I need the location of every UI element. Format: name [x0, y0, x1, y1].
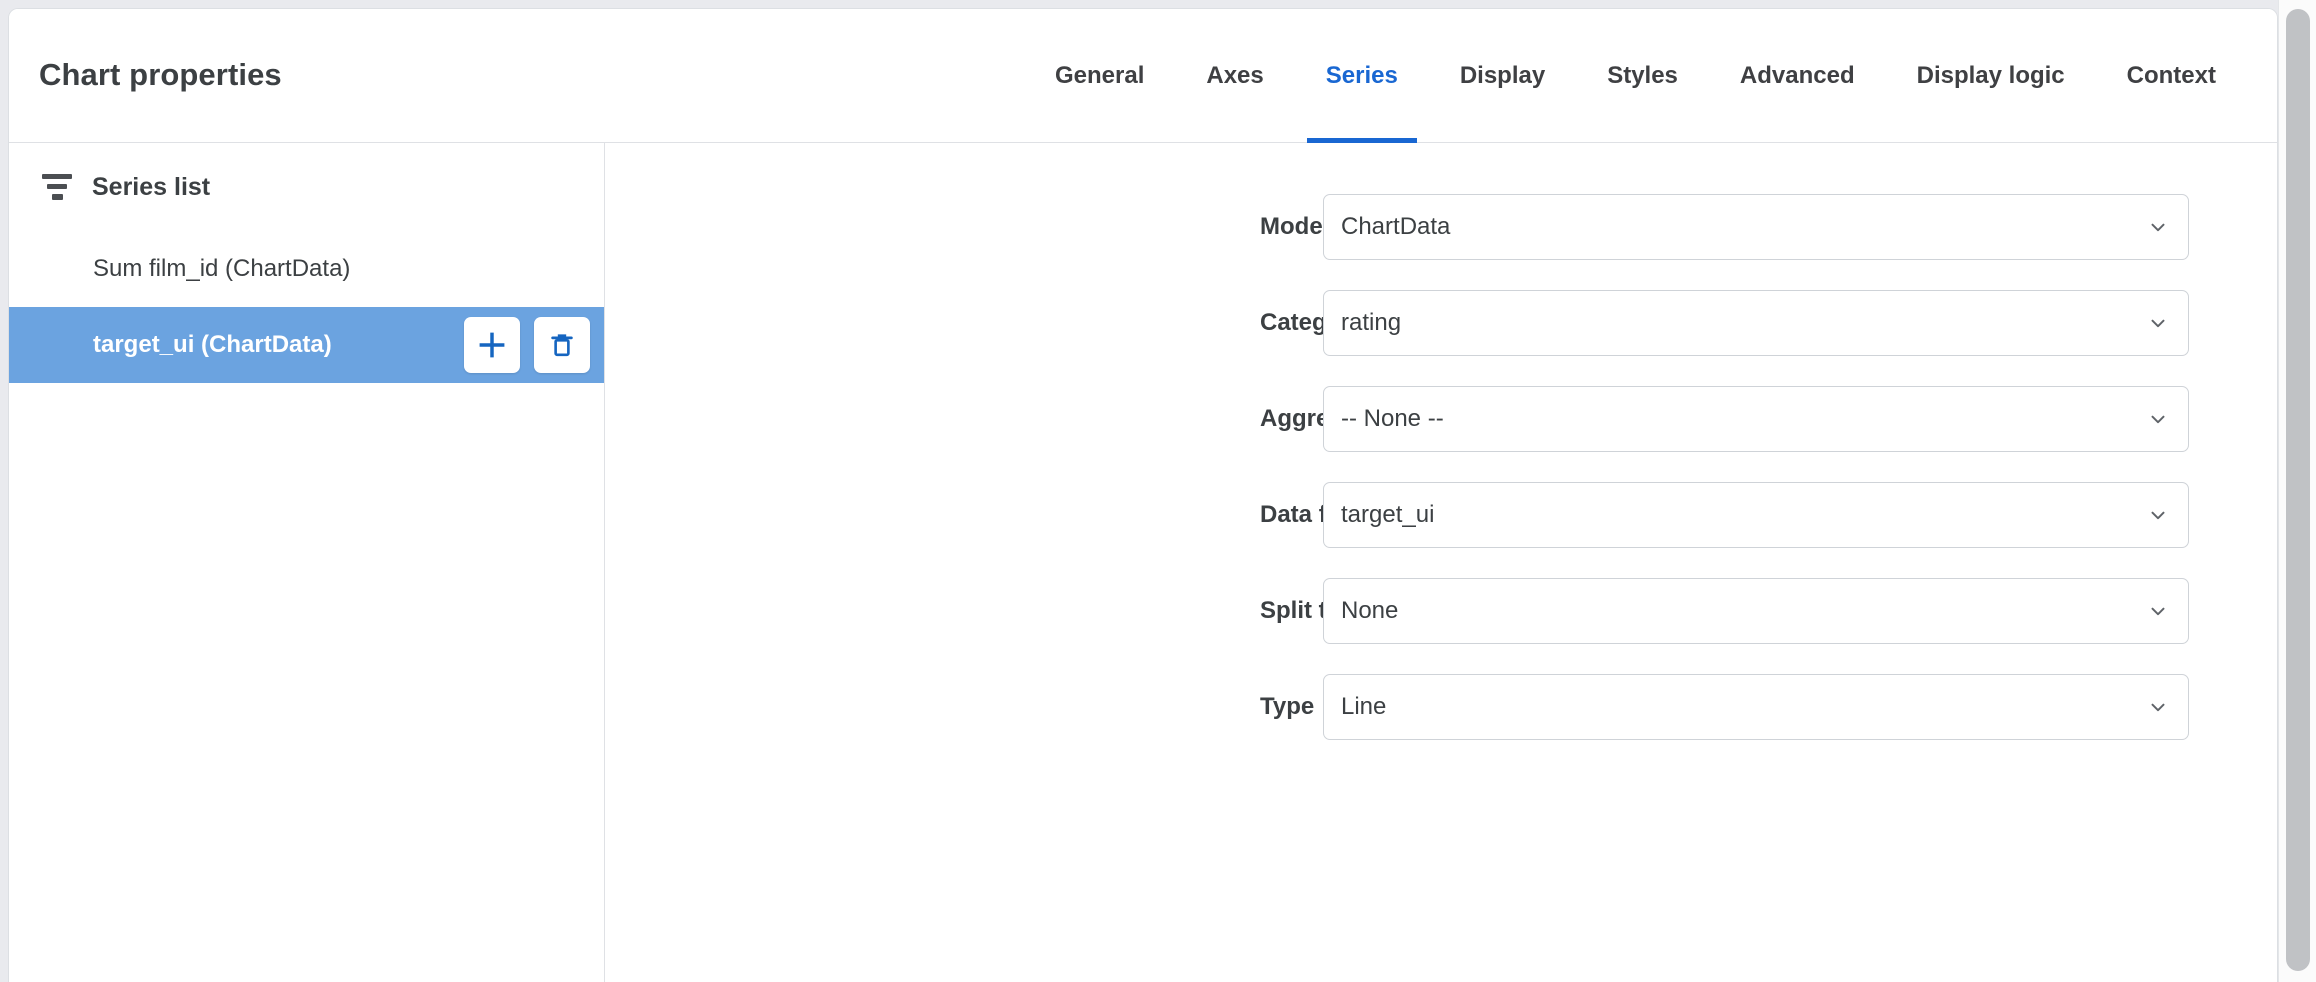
- tab-label: Styles: [1607, 62, 1678, 89]
- series-item-actions: [464, 317, 590, 373]
- model-select[interactable]: ChartData: [1323, 194, 2189, 260]
- series-list-title: Series list: [92, 172, 211, 201]
- aggregate-function-select[interactable]: -- None --: [1323, 386, 2189, 452]
- series-item-label: target_ui (ChartData): [93, 331, 332, 358]
- model-select-value: ChartData: [1341, 213, 1451, 240]
- type-select-wrap: Line: [1323, 674, 2189, 740]
- tab-label: Display: [1459, 62, 1546, 89]
- data-field-label: Data field: [1260, 501, 1369, 528]
- plus-icon: [476, 329, 508, 361]
- series-settings-form: Model ChartData Category f: [605, 143, 2277, 982]
- form-row-category-field: Category field rating: [605, 275, 2277, 371]
- tab-label: Display logic: [1916, 62, 2065, 89]
- panel-header: Chart properties General Axes Series Dis…: [9, 9, 2277, 143]
- app-root: Chart properties General Axes Series Dis…: [0, 0, 2316, 982]
- tab-series[interactable]: Series: [1295, 9, 1429, 143]
- chevron-down-icon: [2147, 312, 2169, 334]
- tab-bar: General Axes Series Display Styles Advan…: [1024, 9, 2247, 143]
- chevron-down-icon: [2147, 600, 2169, 622]
- tab-general[interactable]: General: [1024, 9, 1175, 143]
- form-row-data-field: Data field target_ui: [605, 467, 2277, 563]
- series-item-label: Sum film_id (ChartData): [93, 255, 351, 282]
- tab-label: Series: [1325, 62, 1398, 89]
- aggregate-function-select-wrap: -- None --: [1323, 386, 2189, 452]
- scrollbar-thumb[interactable]: [2286, 9, 2310, 971]
- tab-label: Advanced: [1739, 62, 1855, 89]
- data-field-select[interactable]: target_ui: [1323, 482, 2189, 548]
- tab-label: Axes: [1206, 62, 1264, 89]
- series-list-item-target-ui[interactable]: target_ui (ChartData): [9, 307, 604, 383]
- vertical-scrollbar[interactable]: [2278, 0, 2316, 982]
- chevron-down-icon: [2147, 696, 2169, 718]
- page-title: Chart properties: [39, 57, 282, 92]
- category-field-label: Category field: [1260, 309, 1420, 336]
- category-field-select[interactable]: rating: [1323, 290, 2189, 356]
- tab-display[interactable]: Display: [1429, 9, 1576, 143]
- tab-display-logic[interactable]: Display logic: [1886, 9, 2096, 143]
- series-list-header: Series list: [9, 143, 604, 231]
- filter-icon: [41, 174, 73, 200]
- chevron-down-icon: [2147, 504, 2169, 526]
- tab-axes[interactable]: Axes: [1175, 9, 1294, 143]
- form-row-aggregate-function: Aggregate function -- None --: [605, 371, 2277, 467]
- split-type-select[interactable]: None: [1323, 578, 2189, 644]
- chevron-down-icon: [2147, 216, 2169, 238]
- delete-series-button[interactable]: [534, 317, 590, 373]
- chevron-down-icon: [2147, 408, 2169, 430]
- category-field-select-value: rating: [1341, 309, 1402, 336]
- aggregate-function-select-value: -- None --: [1341, 405, 1444, 432]
- form-row-type: Type Line: [605, 659, 2277, 755]
- model-label: Model: [1260, 213, 1330, 240]
- type-select-value: Line: [1341, 693, 1387, 720]
- model-select-wrap: ChartData: [1323, 194, 2189, 260]
- tab-styles[interactable]: Styles: [1576, 9, 1709, 143]
- split-type-select-wrap: None: [1323, 578, 2189, 644]
- series-sidebar: Series list Sum film_id (ChartData) targ…: [9, 143, 605, 982]
- category-field-select-wrap: rating: [1323, 290, 2189, 356]
- add-series-button[interactable]: [464, 317, 520, 373]
- trash-icon: [547, 330, 577, 360]
- type-select[interactable]: Line: [1323, 674, 2189, 740]
- tab-label: Context: [2126, 62, 2216, 89]
- panel-body: Series list Sum film_id (ChartData) targ…: [9, 143, 2277, 982]
- tab-context[interactable]: Context: [2096, 9, 2247, 143]
- tab-label: General: [1054, 62, 1145, 89]
- data-field-select-wrap: target_ui: [1323, 482, 2189, 548]
- form-row-split-type: Split type None: [605, 563, 2277, 659]
- split-type-select-value: None: [1341, 597, 1399, 624]
- tab-advanced[interactable]: Advanced: [1709, 9, 1886, 143]
- form-row-model: Model ChartData: [605, 179, 2277, 275]
- data-field-select-value: target_ui: [1341, 501, 1435, 528]
- series-list-item-sum-film-id[interactable]: Sum film_id (ChartData): [9, 231, 604, 307]
- chart-properties-panel: Chart properties General Axes Series Dis…: [8, 8, 2278, 982]
- type-label: Type: [1260, 693, 1315, 720]
- aggregate-function-label: Aggregate function: [1260, 405, 1480, 432]
- split-type-label: Split type: [1260, 597, 1369, 624]
